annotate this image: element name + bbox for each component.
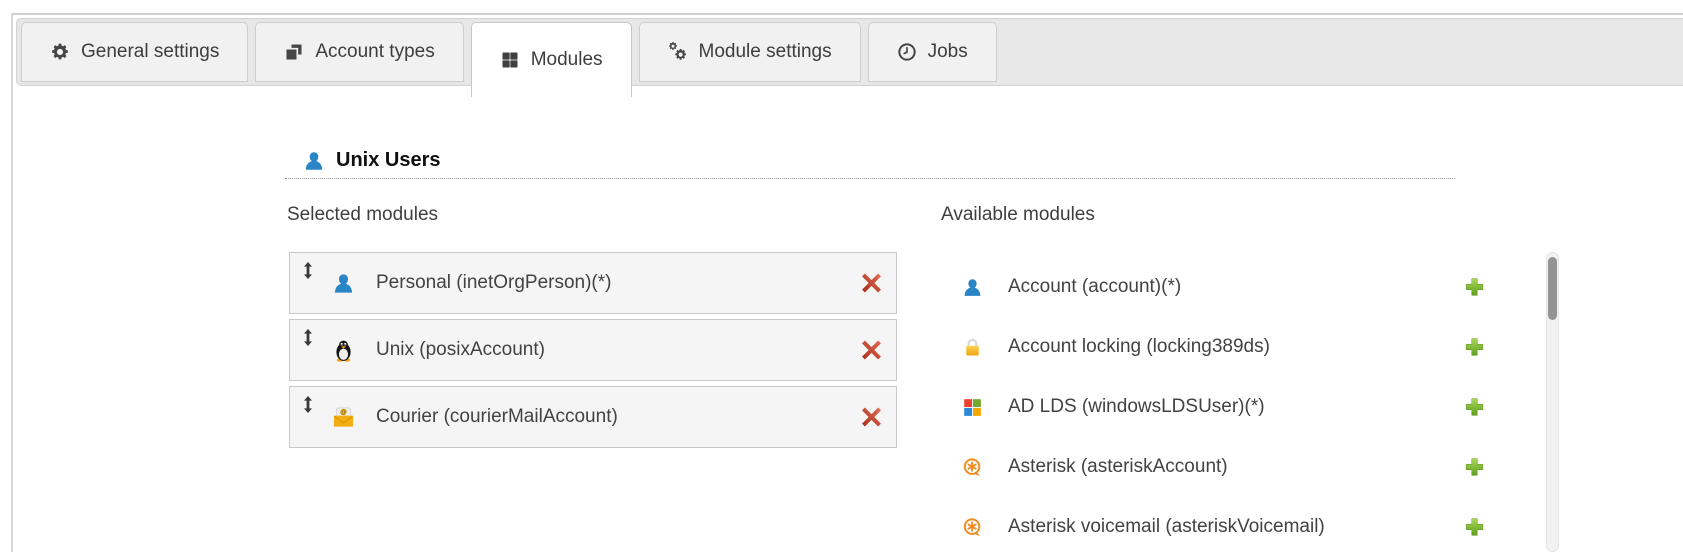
tab-module-settings[interactable]: Module settings bbox=[639, 22, 861, 82]
tab-account-types[interactable]: Account types bbox=[255, 22, 463, 82]
grid-icon bbox=[500, 50, 520, 70]
add-module-button[interactable] bbox=[1465, 398, 1484, 417]
available-modules-label: Available modules bbox=[941, 204, 1095, 226]
remove-x-icon bbox=[861, 340, 882, 361]
remove-module-button[interactable] bbox=[861, 273, 882, 294]
tab-bar: General settings Account types Modules M… bbox=[16, 18, 1683, 86]
add-plus-icon bbox=[1465, 338, 1484, 357]
scrollbar-thumb[interactable] bbox=[1548, 257, 1557, 320]
asterisk-icon bbox=[962, 457, 983, 478]
windows-icon bbox=[962, 397, 983, 418]
user-icon bbox=[303, 150, 325, 172]
remove-x-icon bbox=[861, 273, 882, 294]
gears-icon bbox=[668, 42, 688, 62]
asterisk-icon bbox=[962, 517, 983, 538]
module-label: Asterisk (asteriskAccount) bbox=[1008, 456, 1228, 478]
module-label: Account (account)(*) bbox=[1008, 276, 1181, 298]
selected-module-card[interactable]: Personal (inetOrgPerson)(*) bbox=[289, 252, 897, 314]
module-label: Asterisk voicemail (asteriskVoicemail) bbox=[1008, 516, 1325, 538]
drag-updown-icon[interactable] bbox=[303, 262, 313, 279]
panel-top-border bbox=[11, 13, 1683, 15]
drag-updown-icon[interactable] bbox=[303, 329, 313, 346]
selected-module-card[interactable]: Unix (posixAccount) bbox=[289, 319, 897, 381]
selected-modules-list: Personal (inetOrgPerson)(*) Unix (posixA… bbox=[289, 252, 897, 453]
module-label: Account locking (locking389ds) bbox=[1008, 336, 1270, 358]
selected-module-card[interactable]: @ Courier (courierMailAccount) bbox=[289, 386, 897, 448]
available-module-row: Asterisk (asteriskAccount) bbox=[962, 437, 1507, 497]
tab-label: Jobs bbox=[928, 41, 968, 63]
panel-left-border bbox=[11, 13, 13, 552]
mail-icon: @ bbox=[332, 406, 355, 429]
add-plus-icon bbox=[1465, 398, 1484, 417]
tab-label: General settings bbox=[81, 41, 219, 63]
available-module-row: Asterisk voicemail (asteriskVoicemail) bbox=[962, 497, 1507, 557]
module-label: Unix (posixAccount) bbox=[376, 339, 545, 361]
gear-icon bbox=[50, 42, 70, 62]
add-plus-icon bbox=[1465, 278, 1484, 297]
add-module-button[interactable] bbox=[1465, 338, 1484, 357]
copy-icon bbox=[284, 42, 304, 62]
remove-x-icon bbox=[861, 407, 882, 428]
section-header: Unix Users bbox=[285, 149, 1455, 179]
add-module-button[interactable] bbox=[1465, 518, 1484, 537]
tab-general-settings[interactable]: General settings bbox=[21, 22, 248, 82]
available-modules-list: Account (account)(*) Account locking (lo… bbox=[962, 257, 1507, 557]
add-plus-icon bbox=[1465, 518, 1484, 537]
tab-label: Account types bbox=[315, 41, 434, 63]
remove-module-button[interactable] bbox=[861, 340, 882, 361]
module-label: Courier (courierMailAccount) bbox=[376, 406, 618, 428]
add-plus-icon bbox=[1465, 458, 1484, 477]
tab-label: Module settings bbox=[699, 41, 832, 63]
drag-updown-icon[interactable] bbox=[303, 396, 313, 413]
section-title: Unix Users bbox=[336, 149, 441, 172]
svg-text:@: @ bbox=[340, 409, 347, 416]
tab-label: Modules bbox=[531, 49, 603, 71]
available-module-row: Account locking (locking389ds) bbox=[962, 317, 1507, 377]
remove-module-button[interactable] bbox=[861, 407, 882, 428]
clock-icon bbox=[897, 42, 917, 62]
lock-icon bbox=[962, 337, 983, 358]
available-module-row: AD LDS (windowsLDSUser)(*) bbox=[962, 377, 1507, 437]
available-module-row: Account (account)(*) bbox=[962, 257, 1507, 317]
add-module-button[interactable] bbox=[1465, 458, 1484, 477]
user-icon bbox=[962, 277, 983, 298]
module-label: Personal (inetOrgPerson)(*) bbox=[376, 272, 611, 294]
module-label: AD LDS (windowsLDSUser)(*) bbox=[1008, 396, 1265, 418]
tab-jobs[interactable]: Jobs bbox=[868, 22, 997, 82]
user-icon bbox=[332, 272, 355, 295]
selected-modules-label: Selected modules bbox=[287, 204, 438, 226]
tab-modules[interactable]: Modules bbox=[471, 22, 632, 97]
scrollbar-track[interactable] bbox=[1546, 252, 1559, 552]
add-module-button[interactable] bbox=[1465, 278, 1484, 297]
tux-icon bbox=[332, 339, 355, 362]
